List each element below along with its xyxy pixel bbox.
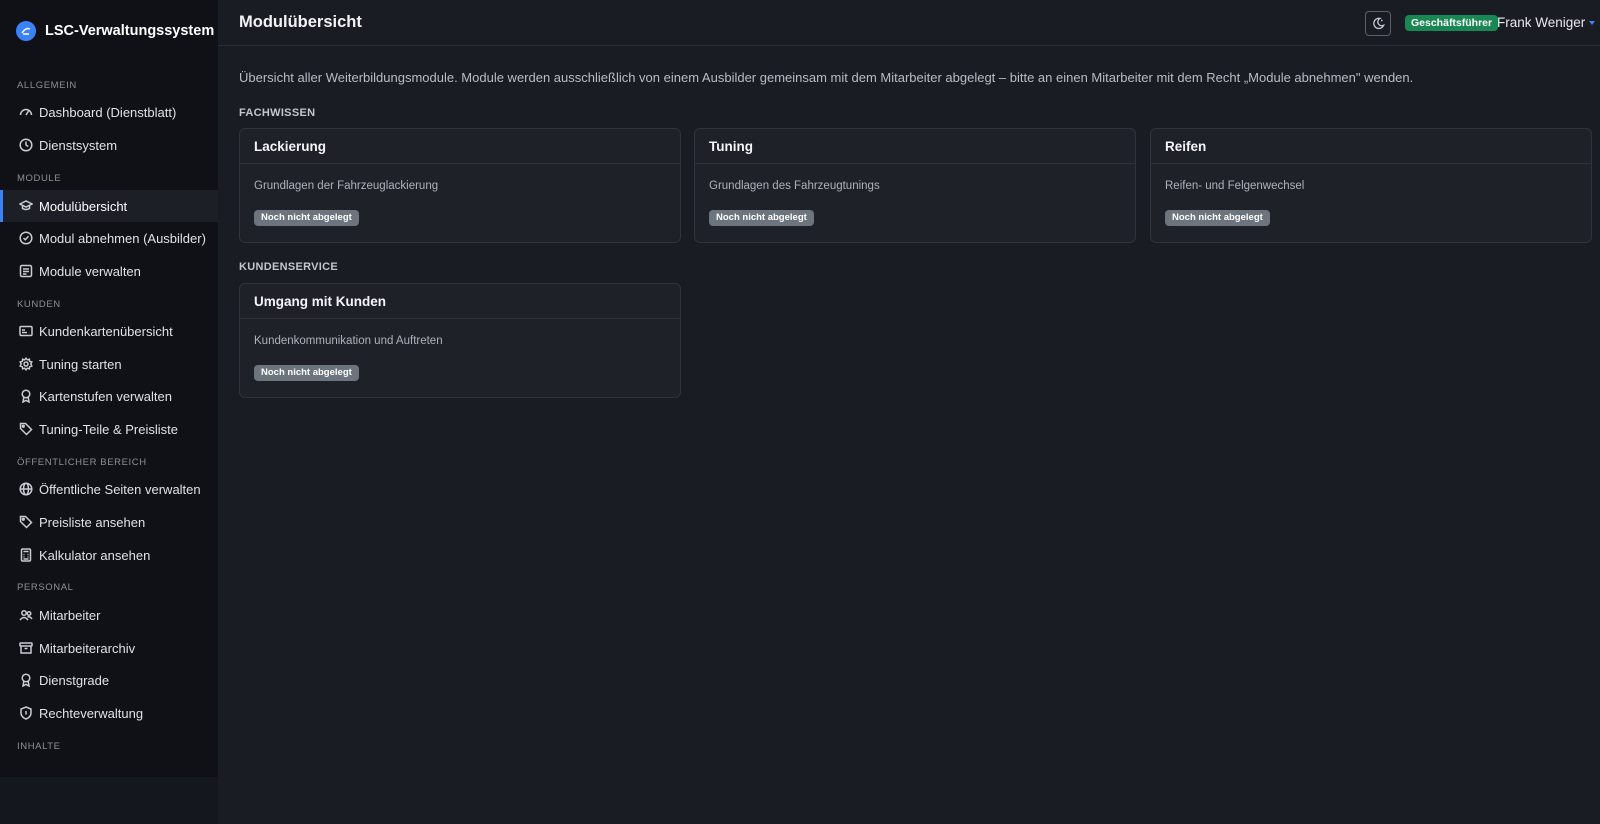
section-title-allgemein: ALLGEMEIN	[17, 80, 77, 91]
sidebar-item-label: Modulübersicht	[39, 198, 128, 214]
sidebar-item-tuning-teile-preisliste[interactable]: Tuning-Teile & Preisliste	[0, 413, 218, 445]
moon-icon	[1372, 17, 1385, 30]
sidebar-item-label: Mitarbeiter	[39, 607, 101, 623]
sidebar-item-label: Kundenkartenübersicht	[39, 323, 173, 339]
brand-logo-icon	[16, 21, 36, 41]
theme-toggle-button[interactable]	[1365, 11, 1391, 36]
sidebar-item-mitarbeiterarchiv[interactable]: Mitarbeiterarchiv	[0, 632, 218, 664]
user-name: Frank Weniger	[1497, 15, 1586, 30]
section-title-inhalte: INHALTE	[17, 741, 61, 752]
top-header: Modulübersicht Geschäftsführer Frank Wen…	[218, 0, 1600, 46]
user-menu-dropdown[interactable]: Frank Weniger	[1497, 15, 1596, 30]
check-circle-icon	[19, 231, 33, 245]
sidebar-footer-gap	[0, 777, 218, 824]
globe-icon	[19, 482, 33, 496]
module-card-lackierung[interactable]: Lackierung Grundlagen der Fahrzeuglackie…	[239, 128, 681, 243]
group-title-kundenservice: KUNDENSERVICE	[239, 261, 339, 273]
section-title-kunden: KUNDEN	[17, 299, 61, 310]
award-icon	[19, 389, 33, 403]
sidebar-item-mitarbeiter[interactable]: Mitarbeiter	[0, 599, 218, 631]
section-title-personal: PERSONAL	[17, 582, 74, 593]
sidebar-item-label: Kalkulator ansehen	[39, 547, 151, 563]
calculator-icon	[19, 548, 33, 562]
sidebar-item-label: Tuning-Teile & Preisliste	[39, 421, 178, 437]
list-icon	[19, 264, 33, 278]
module-card-description: Kundenkommunikation und Auftreten	[254, 335, 443, 347]
sidebar-item-label: Dienstsystem	[39, 137, 118, 153]
sidebar-item-label: Tuning starten	[39, 356, 122, 372]
sidebar-item-kalkulator-ansehen[interactable]: Kalkulator ansehen	[0, 539, 218, 571]
status-badge: Noch nicht abgelegt	[254, 365, 359, 381]
sidebar-item-preisliste-ansehen[interactable]: Preisliste ansehen	[0, 506, 218, 538]
module-card-title: Umgang mit Kunden	[240, 284, 680, 319]
status-badge: Noch nicht abgelegt	[254, 210, 359, 226]
sidebar-item-kartenstufen-verwalten[interactable]: Kartenstufen verwalten	[0, 380, 218, 412]
page-title: Modulübersicht	[239, 13, 362, 31]
module-card-description: Grundlagen der Fahrzeuglackierung	[254, 180, 439, 192]
status-badge: Noch nicht abgelegt	[1165, 210, 1270, 226]
sidebar-item-rechteverwaltung[interactable]: Rechteverwaltung	[0, 697, 218, 729]
module-card-description: Grundlagen des Fahrzeugtunings	[709, 180, 880, 192]
tags-icon	[19, 515, 33, 529]
sidebar-item-kundenkartenuebersicht[interactable]: Kundenkartenübersicht	[0, 315, 218, 347]
sidebar-item-tuning-starten[interactable]: Tuning starten	[0, 348, 218, 380]
clock-icon	[19, 138, 33, 152]
sidebar-item-oeffentliche-seiten[interactable]: Öffentliche Seiten verwalten	[0, 473, 218, 505]
status-badge: Noch nicht abgelegt	[709, 210, 814, 226]
sidebar-item-dienstgrade[interactable]: Dienstgrade	[0, 664, 218, 696]
sidebar-item-label: Rechteverwaltung	[39, 705, 144, 721]
main-content: Übersicht aller Weiterbildungsmodule. Mo…	[218, 46, 1600, 824]
caret-down-icon	[1589, 20, 1596, 25]
module-card-description: Reifen- und Felgenwechsel	[1165, 180, 1305, 192]
module-card-title: Lackierung	[240, 129, 680, 164]
tags-icon	[19, 422, 33, 436]
sidebar-item-label: Preisliste ansehen	[39, 514, 146, 530]
card-icon	[19, 324, 33, 338]
module-card-title: Tuning	[695, 129, 1135, 164]
module-card-tuning[interactable]: Tuning Grundlagen des Fahrzeugtunings No…	[694, 128, 1136, 243]
section-title-oeffentlicher-bereich: ÖFFENTLICHER BEREICH	[17, 457, 147, 468]
sidebar-item-moduluebersicht[interactable]: Modulübersicht	[0, 190, 218, 222]
sidebar-item-label: Mitarbeiterarchiv	[39, 640, 136, 656]
award-icon	[19, 673, 33, 687]
module-card-title: Reifen	[1151, 129, 1591, 164]
module-card-umgang-mit-kunden[interactable]: Umgang mit Kunden Kundenkommunikation un…	[239, 283, 681, 398]
graduation-cap-icon	[19, 199, 33, 213]
dashboard-icon	[19, 105, 33, 119]
sidebar-item-modul-abnehmen[interactable]: Modul abnehmen (Ausbilder)	[0, 222, 218, 254]
group-title-fachwissen: FACHWISSEN	[239, 107, 316, 119]
brand-title: LSC-Verwaltungssystem	[45, 23, 215, 39]
page-description: Übersicht aller Weiterbildungsmodule. Mo…	[239, 70, 1414, 85]
section-title-module: MODULE	[17, 173, 62, 184]
gear-icon	[19, 357, 33, 371]
people-icon	[19, 608, 33, 622]
shield-icon	[19, 706, 33, 720]
sidebar-item-label: Module verwalten	[39, 263, 141, 279]
sidebar-item-label: Dienstgrade	[39, 672, 110, 688]
archive-icon	[19, 641, 33, 655]
role-badge: Geschäftsführer	[1405, 15, 1499, 31]
brand[interactable]: LSC-Verwaltungssystem	[0, 0, 218, 62]
sidebar-item-label: Modul abnehmen (Ausbilder)	[39, 230, 206, 246]
sidebar-item-module-verwalten[interactable]: Module verwalten	[0, 255, 218, 287]
sidebar-item-dashboard[interactable]: Dashboard (Dienstblatt)	[0, 96, 218, 128]
sidebar-item-label: Kartenstufen verwalten	[39, 388, 172, 404]
sidebar: LSC-Verwaltungssystem ALLGEMEIN Dashboar…	[0, 0, 218, 777]
sidebar-item-label: Öffentliche Seiten verwalten	[39, 481, 201, 497]
sidebar-item-label: Dashboard (Dienstblatt)	[39, 104, 177, 120]
sidebar-item-dienstsystem[interactable]: Dienstsystem	[0, 129, 218, 161]
module-card-reifen[interactable]: Reifen Reifen- und Felgenwechsel Noch ni…	[1150, 128, 1592, 243]
